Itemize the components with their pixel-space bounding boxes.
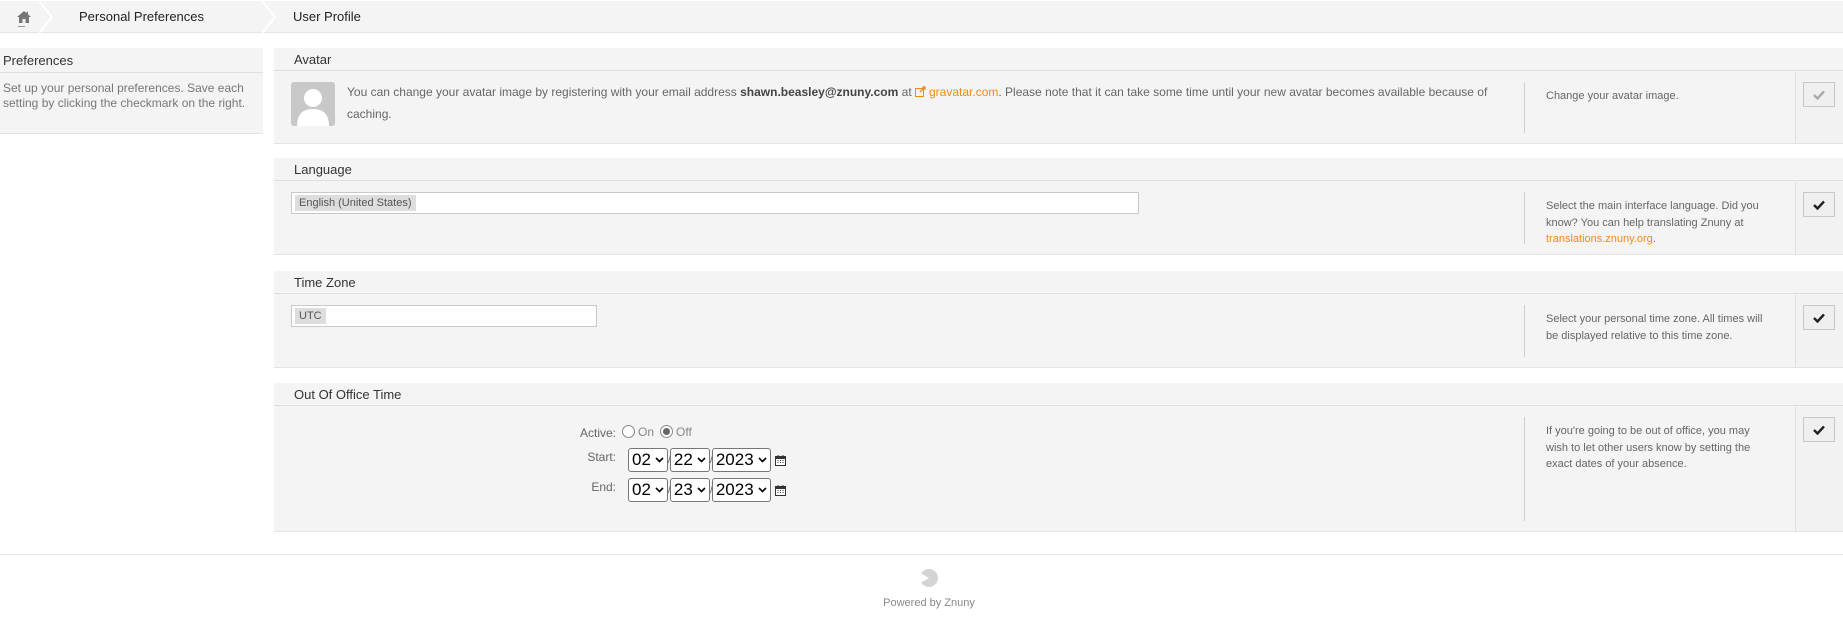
breadcrumb-personal-preferences[interactable]: Personal Preferences [52, 1, 275, 32]
selected-language-tag: English (United States) [295, 195, 416, 211]
save-column [1795, 72, 1843, 143]
user-silhouette-icon [291, 82, 335, 126]
avatar-instructions: You can change your avatar image by regi… [347, 81, 1497, 125]
preferences-sidebar: Preferences Set up your personal prefere… [0, 48, 263, 134]
chevron-down-icon [758, 457, 767, 463]
home-underline [18, 26, 25, 27]
breadcrumb-user-profile[interactable]: User Profile [275, 1, 383, 32]
save-column [1795, 295, 1843, 367]
avatar-save-button[interactable] [1803, 82, 1835, 107]
breadcrumb-separator [39, 1, 53, 33]
avatar-description: Change your avatar image. [1524, 82, 1774, 133]
gravatar-link[interactable]: gravatar.com [915, 85, 998, 99]
calendar-icon[interactable] [775, 455, 786, 466]
sidebar-description: Set up your personal preferences. Save e… [0, 73, 263, 119]
widget-title: Language [274, 158, 1843, 181]
start-day-select[interactable]: 22 [670, 448, 710, 472]
gravatar-link-text: gravatar.com [929, 85, 998, 99]
breadcrumb: Personal Preferences User Profile [0, 1, 1843, 33]
end-label: End: [536, 480, 616, 494]
language-description-end: . [1653, 233, 1656, 245]
language-save-button[interactable] [1803, 192, 1835, 217]
checkmark-icon [1813, 425, 1825, 435]
ooo-save-button[interactable] [1803, 417, 1835, 442]
ooo-off-radio[interactable] [660, 425, 673, 438]
language-description: Select the main interface language. Did … [1524, 192, 1774, 244]
widget-title: Avatar [274, 48, 1843, 71]
chevron-down-icon [655, 457, 664, 463]
external-link-icon [915, 86, 926, 97]
powered-by-text: Powered by Znuny [0, 597, 1843, 609]
sidebar-title: Preferences [0, 48, 263, 73]
breadcrumb-separator [262, 1, 276, 33]
checkmark-icon [1813, 313, 1825, 323]
language-select[interactable]: English (United States) [291, 192, 1139, 214]
checkmark-icon [1813, 200, 1825, 210]
breadcrumb-home[interactable] [0, 1, 52, 32]
timezone-widget: Time Zone UTC Select your personal time … [274, 271, 1843, 368]
chevron-down-icon [697, 487, 706, 493]
on-label: On [638, 425, 654, 439]
start-label: Start: [536, 450, 616, 464]
end-year-select[interactable]: 2023 [712, 478, 771, 502]
chevron-down-icon [758, 487, 767, 493]
chevron-down-icon [697, 457, 706, 463]
end-day-select[interactable]: 23 [670, 478, 710, 502]
start-day-value: 22 [674, 450, 693, 470]
selected-timezone-tag: UTC [295, 308, 326, 324]
save-column [1795, 407, 1843, 531]
end-day-value: 23 [674, 480, 693, 500]
timezone-select[interactable]: UTC [291, 305, 597, 327]
active-label: Active: [536, 426, 616, 440]
widget-title: Time Zone [274, 271, 1843, 294]
translations-link[interactable]: translations.znuny.org [1546, 233, 1653, 245]
end-month-select[interactable]: 02 [628, 478, 668, 502]
avatar-text-at: at [898, 85, 915, 99]
footer: Powered by Znuny [0, 554, 1843, 637]
chevron-down-icon [655, 487, 664, 493]
end-year-value: 2023 [716, 480, 754, 500]
checkmark-icon [1813, 90, 1825, 100]
breadcrumb-label: Personal Preferences [79, 9, 204, 24]
home-icon [17, 11, 31, 23]
avatar-widget: Avatar You can change your avatar image … [274, 48, 1843, 144]
language-widget: Language English (United States) Select … [274, 158, 1843, 255]
language-description-text: Select the main interface language. Did … [1546, 200, 1759, 229]
ooo-description: If you're going to be out of office, you… [1524, 417, 1774, 521]
save-column [1795, 182, 1843, 254]
calendar-icon[interactable] [775, 485, 786, 496]
start-month-select[interactable]: 02 [628, 448, 668, 472]
breadcrumb-label: User Profile [293, 9, 361, 24]
user-email: shawn.beasley@znuny.com [740, 85, 898, 99]
start-year-value: 2023 [716, 450, 754, 470]
out-of-office-widget: Out Of Office Time Active: OnOff Start: … [274, 383, 1843, 532]
timezone-save-button[interactable] [1803, 305, 1835, 330]
off-label: Off [676, 425, 692, 439]
start-year-select[interactable]: 2023 [712, 448, 771, 472]
start-month-value: 02 [632, 450, 651, 470]
avatar [291, 82, 335, 126]
ooo-on-radio[interactable] [622, 425, 635, 438]
timezone-description: Select your personal time zone. All time… [1524, 305, 1774, 357]
avatar-text-before: You can change your avatar image by regi… [347, 85, 740, 99]
end-month-value: 02 [632, 480, 651, 500]
znuny-logo-icon [920, 569, 938, 587]
widget-title: Out Of Office Time [274, 383, 1843, 406]
